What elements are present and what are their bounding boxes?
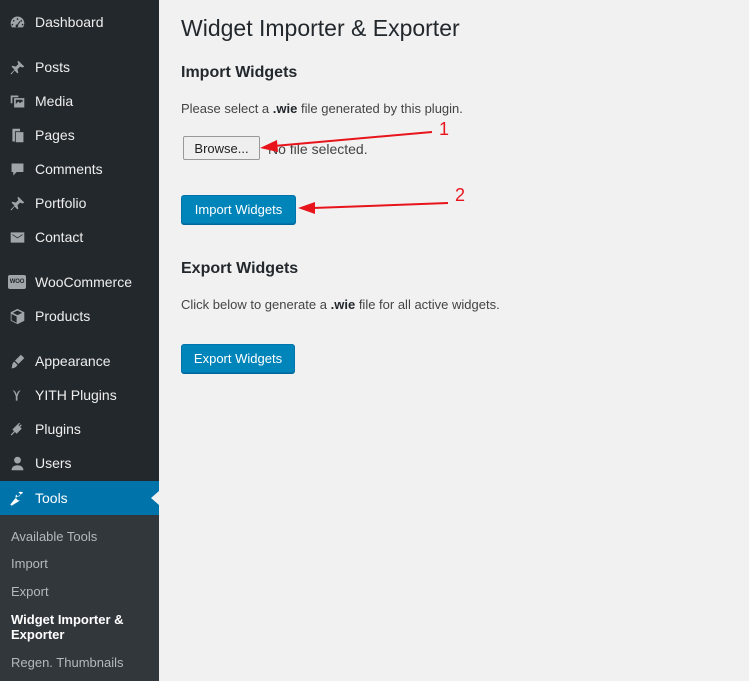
pushpin-icon: [8, 58, 26, 76]
pushpin-icon: [8, 194, 26, 212]
plug-icon: [8, 420, 26, 438]
main-content: Widget Importer & Exporter Import Widget…: [159, 0, 749, 681]
sidebar-item-label: Dashboard: [35, 14, 104, 30]
media-icon: [8, 92, 26, 110]
user-icon: [8, 454, 26, 472]
sidebar-item-appearance[interactable]: Appearance: [0, 344, 159, 378]
sidebar-item-label: Appearance: [35, 353, 111, 369]
submenu-item-import[interactable]: Import: [11, 556, 151, 571]
pages-icon: [8, 126, 26, 144]
submenu-item-regen-thumbnails[interactable]: Regen. Thumbnails: [11, 655, 151, 670]
export-heading: Export Widgets: [181, 260, 299, 277]
sidebar-item-plugins[interactable]: Plugins: [0, 412, 159, 446]
sidebar-item-label: Pages: [35, 127, 75, 143]
woocommerce-icon: WOO: [8, 273, 26, 291]
box-icon: [8, 307, 26, 325]
sidebar-item-label: Users: [35, 455, 72, 471]
sidebar-item-portfolio[interactable]: Portfolio: [0, 186, 159, 220]
sidebar-item-products[interactable]: Products: [0, 299, 159, 333]
sidebar-item-comments[interactable]: Comments: [0, 152, 159, 186]
sidebar-item-pages[interactable]: Pages: [0, 118, 159, 152]
submenu-item-available-tools[interactable]: Available Tools: [11, 529, 151, 544]
sidebar-item-label: YITH Plugins: [35, 387, 117, 403]
yith-icon: [8, 386, 26, 404]
paintbrush-icon: [8, 352, 26, 370]
sidebar-item-contact[interactable]: Contact: [0, 220, 159, 254]
sidebar-item-label: WooCommerce: [35, 274, 132, 290]
active-indicator: [151, 491, 159, 505]
annotation-number-1: 1: [439, 119, 450, 139]
sidebar-item-label: Posts: [35, 59, 71, 75]
import-widgets-button[interactable]: Import Widgets: [181, 195, 296, 224]
sidebar-item-label: Tools: [35, 490, 68, 506]
sidebar-item-label: Contact: [35, 229, 84, 245]
tools-submenu: Available Tools Import Export Widget Imp…: [0, 515, 159, 681]
sidebar-item-label: Portfolio: [35, 195, 87, 211]
page-title: Widget Importer & Exporter: [181, 15, 460, 41]
sidebar-item-label: Comments: [35, 161, 103, 177]
submenu-item-widget-importer-exporter[interactable]: Widget Importer & Exporter: [11, 612, 151, 642]
export-widgets-button[interactable]: Export Widgets: [181, 344, 295, 373]
sidebar-item-label: Plugins: [35, 421, 81, 437]
import-description: Please select a .wie file generated by t…: [181, 101, 463, 116]
sidebar-item-posts[interactable]: Posts: [0, 50, 159, 84]
sidebar-item-woocommerce[interactable]: WOO WooCommerce: [0, 265, 159, 299]
comments-icon: [8, 160, 26, 178]
envelope-icon: [8, 228, 26, 246]
sidebar-item-media[interactable]: Media: [0, 84, 159, 118]
sidebar-item-label: Media: [35, 93, 74, 109]
sidebar-item-tools[interactable]: Tools: [0, 481, 159, 515]
export-description: Click below to generate a .wie file for …: [181, 297, 500, 312]
wrench-icon: [8, 489, 26, 507]
sidebar-item-yith-plugins[interactable]: YITH Plugins: [0, 378, 159, 412]
import-heading: Import Widgets: [181, 64, 298, 81]
file-status: No file selected.: [268, 141, 368, 157]
dashboard-icon: [8, 13, 26, 31]
admin-sidebar: Dashboard Posts Media Pages Comments Por…: [0, 0, 159, 681]
browse-button[interactable]: Browse...: [183, 136, 260, 160]
submenu-item-export[interactable]: Export: [11, 584, 151, 599]
sidebar-item-users[interactable]: Users: [0, 446, 159, 480]
sidebar-item-label: Products: [35, 308, 91, 324]
annotation-number-2: 2: [455, 185, 466, 205]
sidebar-item-dashboard[interactable]: Dashboard: [0, 5, 159, 39]
